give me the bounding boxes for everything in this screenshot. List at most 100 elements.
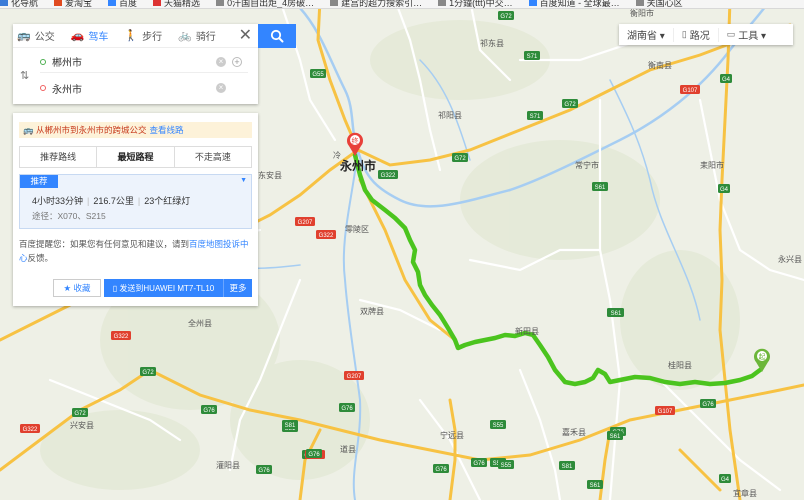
route-duration: 4小时33分钟 (32, 196, 84, 206)
origin-dot-icon (40, 58, 46, 65)
road-shield-label: G72 (500, 14, 512, 20)
city-label-guiyang: 桂阳县 (668, 360, 692, 370)
origin-input[interactable] (52, 56, 202, 67)
bus-tip-link[interactable]: 查看线路 (149, 125, 183, 135)
bookmark-label: 化导航 (11, 0, 39, 8)
bookmark-favicon-icon (0, 0, 8, 6)
route-via: 途径：X070、S215 (32, 211, 106, 221)
destination-clear-icon[interactable]: × (216, 83, 226, 93)
search-button[interactable] (258, 24, 296, 48)
more-button[interactable]: 更多 (223, 279, 252, 297)
city-label-yongxing: 永兴县 (778, 254, 802, 264)
road-shield: G72 (498, 11, 514, 20)
road-shield: G107 (655, 406, 675, 415)
road-shield-label: G4 (721, 477, 730, 483)
city-label-hengyang: 衡阳市 (630, 8, 654, 18)
road-shield: G207 (295, 217, 315, 226)
road-shield: G72 (452, 153, 468, 162)
road-shield-label: G72 (142, 370, 154, 376)
city-label-leiyang: 耒阳市 (700, 160, 724, 170)
road-shield: G76 (339, 403, 355, 412)
chevron-down-icon[interactable]: ▼ (240, 177, 247, 184)
tab-bus[interactable]: 🚌 公交 (17, 28, 55, 43)
bookmarks-bar: 化导航 爱淘宝 百度 天猫精选 0汗国自出炬_4房破… 建宫的超力搜索引… 1分鐘(ttt)… (0, 0, 804, 9)
swap-icon[interactable]: ⇅ (20, 69, 29, 82)
road-shield-label: G76 (473, 461, 485, 467)
traffic-button[interactable]: ▯ 路况 (674, 27, 719, 42)
road-shield-label: G322 (23, 427, 38, 433)
favorite-button[interactable]: ★ 收藏 (53, 279, 101, 297)
bookmark-label: 1分鐘(ttt)中交… (449, 0, 513, 8)
road-shield-label: G322 (114, 334, 129, 340)
bookmark-favicon-icon (635, 0, 644, 6)
tools-button[interactable]: ▭ 工具 ▾ (719, 28, 774, 42)
bookmark-item[interactable]: 建宫的超力搜索引… (330, 0, 423, 8)
star-icon: ★ (63, 282, 72, 293)
tab-drive[interactable]: 🚗 驾车 (71, 28, 109, 43)
destination-row: × (40, 77, 248, 99)
road-shield: S71 (524, 51, 540, 60)
road-shield-label: S61 (595, 185, 606, 191)
road-shield-label: G107 (683, 88, 698, 94)
bookmark-item[interactable]: 爱淘宝 (54, 0, 93, 8)
city-label-shuangpai: 双牌县 (360, 306, 384, 316)
road-shield-label: G322 (381, 173, 396, 179)
traffic-label: 路况 (689, 31, 710, 42)
bookmark-label: 爱淘宝 (65, 0, 93, 8)
tab-no-highway[interactable]: 不走高速 (175, 147, 251, 167)
bookmark-item[interactable]: 百度知道 - 全球最… (528, 0, 620, 8)
road-shield: G107 (680, 85, 700, 94)
city-label-leng: 冷 (333, 150, 341, 160)
bookmark-label: 建宫的超力搜索引… (341, 0, 423, 8)
road-shield-label: G76 (308, 452, 320, 458)
svg-text:起: 起 (759, 353, 766, 361)
road-shield-label: S55 (493, 423, 504, 429)
road-shield-label: G207 (298, 220, 313, 226)
road-shield: G55 (310, 69, 326, 78)
tab-walk[interactable]: 🚶 步行 (124, 28, 162, 43)
car-icon: 🚗 (70, 30, 85, 42)
origin-clear-icon[interactable]: × (216, 56, 226, 67)
road-shield-label: S61 (611, 311, 622, 317)
city-label-xintian: 新田县 (515, 326, 539, 336)
road-shield: G322 (316, 230, 336, 239)
road-shield-label: S55 (501, 463, 512, 469)
city-label-hengnan: 衡南县 (648, 60, 672, 70)
tab-shortest[interactable]: 最短路程 (97, 147, 175, 167)
road-shield: S61 (607, 431, 623, 440)
toolbox-icon: ▭ (726, 29, 736, 39)
bookmark-label: 百度 (119, 0, 138, 8)
bookmark-item[interactable]: 百度 (108, 0, 138, 8)
bus-tip-icon: 🚌 (23, 125, 34, 135)
map-app: 永州市 冷 衡阳市 祁东县 祁阳县 常宁市 衡南县 耒阳市 东安县 零陵区 双牌… (0, 0, 804, 500)
send-to-phone-button[interactable]: ▯ 发送到HUAWEI MT7-TL10 (104, 279, 223, 297)
bookmark-item[interactable]: 天猫精选 (153, 0, 200, 8)
road-shield: S61 (587, 480, 603, 489)
bookmark-item[interactable]: 1分鐘(ttt)中交… (438, 0, 513, 8)
route-summary-card[interactable]: 推荐 ▼ 4小时33分钟 | 216.7公里 | 23个红绿灯 途径：X070、S215 (19, 174, 252, 229)
route-search-panel: 🚌公交 🚗驾车 🚶步行 🚲骑行 ✕ ⇅ × + × (13, 24, 258, 104)
bookmark-item[interactable]: 0汗国自出炬_4房破… (216, 0, 315, 8)
bookmark-favicon-icon (330, 0, 339, 6)
city-label-xingan: 兴安县 (70, 420, 94, 430)
tab-bike[interactable]: 🚲 骑行 (178, 28, 216, 43)
recommend-badge: 推荐 (20, 175, 58, 188)
bookmark-item[interactable]: 关国心区 (635, 0, 683, 8)
tab-bike-label: 骑行 (195, 32, 216, 43)
road-shield: G76 (471, 458, 487, 467)
add-waypoint-icon[interactable]: + (232, 56, 242, 67)
notice-text: 百度提醒您：如果您有任何意见和建议，请到 (19, 239, 190, 249)
bus-tip-banner[interactable]: 🚌 从郴州市到永州市的跨城公交 查看线路 (19, 122, 252, 138)
close-icon[interactable]: ✕ (239, 28, 252, 44)
road-shield: S71 (527, 111, 543, 120)
tab-drive-label: 驾车 (88, 32, 109, 43)
road-shield: G4 (718, 184, 730, 193)
destination-input[interactable] (52, 82, 202, 94)
origin-row: × + (40, 51, 248, 73)
road-shield-label: G76 (341, 406, 353, 412)
bookmark-item[interactable]: 化导航 (0, 0, 39, 8)
bookmark-label: 0汗国自出炬_4房破… (227, 0, 315, 8)
travel-mode-tabs: 🚌 公交 🚗 驾车 🚶 步行 🚲 骑行 (13, 24, 258, 48)
tab-recommended[interactable]: 推荐路线 (20, 147, 98, 167)
region-selector[interactable]: 湖南省 ▾ (619, 27, 674, 42)
